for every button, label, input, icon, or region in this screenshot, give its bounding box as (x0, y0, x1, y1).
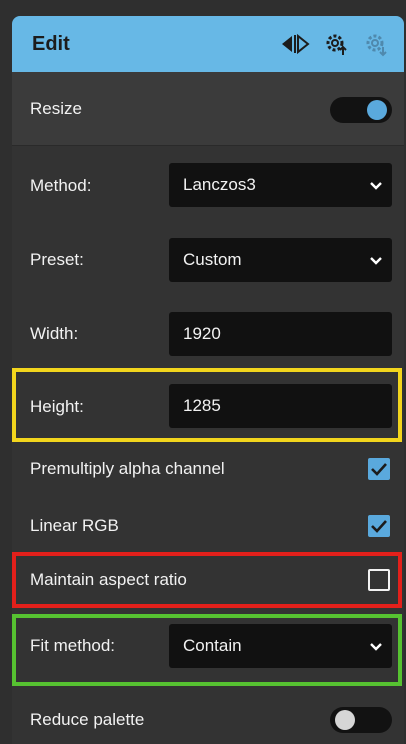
settings-import-icon[interactable] (364, 31, 390, 57)
method-value: Lanczos3 (183, 175, 256, 194)
split-view-icon[interactable] (280, 33, 310, 55)
method-select[interactable]: Lanczos3 (169, 163, 392, 207)
height-label: Height: (30, 397, 84, 416)
toggle-knob (335, 710, 355, 730)
chevron-down-icon (370, 636, 382, 656)
preset-select[interactable]: Custom (169, 238, 392, 282)
panel-title: Edit (32, 32, 70, 55)
width-value: 1920 (183, 324, 221, 343)
toggle-knob (367, 100, 387, 120)
checkmark-icon (371, 463, 387, 476)
settings-export-icon[interactable] (324, 31, 350, 57)
linear-rgb-checkbox[interactable] (368, 515, 390, 537)
height-value: 1285 (183, 396, 221, 415)
method-label: Method: (30, 176, 92, 195)
chevron-down-icon (370, 175, 382, 195)
fit-label: Fit method: (30, 636, 116, 655)
height-input[interactable]: 1285 (169, 384, 392, 428)
checkmark-icon (371, 520, 387, 533)
reduce-palette-toggle[interactable] (330, 707, 392, 733)
fit-value: Contain (183, 636, 242, 655)
aspect-label: Maintain aspect ratio (30, 570, 187, 589)
header-actions (280, 31, 390, 57)
width-input[interactable]: 1920 (169, 312, 392, 356)
fit-select[interactable]: Contain (169, 624, 392, 668)
premultiply-checkbox[interactable] (368, 458, 390, 480)
edit-panel-header: Edit (12, 16, 404, 72)
reduce-palette-label: Reduce palette (30, 710, 145, 729)
preset-label: Preset: (30, 250, 84, 269)
width-label: Width: (30, 324, 79, 343)
preset-value: Custom (183, 250, 242, 269)
aspect-checkbox[interactable] (368, 569, 390, 591)
chevron-down-icon (370, 250, 382, 270)
premultiply-label: Premultiply alpha channel (30, 459, 225, 478)
resize-toggle[interactable] (330, 97, 392, 123)
resize-label: Resize (30, 99, 82, 118)
linear-rgb-label: Linear RGB (30, 516, 119, 535)
